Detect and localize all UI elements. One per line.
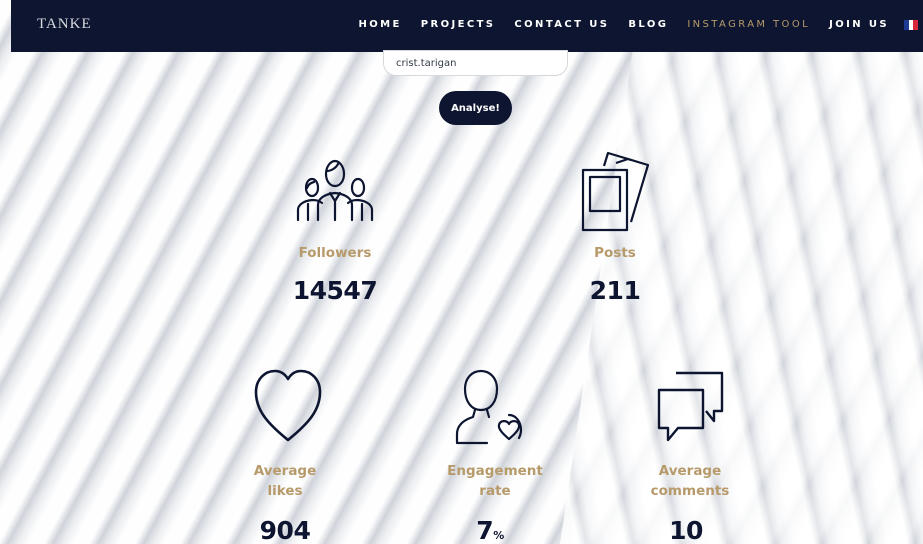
comments-icon [656, 370, 726, 444]
engagement-number: 7 [476, 516, 494, 544]
heart-icon [253, 368, 323, 444]
nav-item-home[interactable]: HOME [358, 19, 401, 30]
nav-item-contact-us[interactable]: CONTACT US [514, 19, 609, 30]
posts-label: Posts [594, 245, 636, 261]
nav-item-instagram-tool[interactable]: INSTAGRAM TOOL [687, 19, 810, 30]
engagement-label: Engagement rate [447, 463, 543, 499]
followers-label: Followers [298, 245, 372, 261]
nav-item-projects[interactable]: PROJECTS [421, 19, 496, 30]
language-flag-icon[interactable] [904, 20, 919, 30]
followers-value: 14547 [292, 276, 378, 305]
likes-value: 904 [259, 516, 311, 544]
site-logo[interactable]: TANKE [37, 16, 92, 33]
nav-menu: HOME PROJECTS CONTACT US BLOG INSTAGRAM … [339, 19, 889, 30]
nav-item-join-us[interactable]: JOIN US [829, 19, 889, 30]
comments-label: Average comments [650, 463, 730, 499]
photos-icon [580, 150, 650, 234]
followers-icon [296, 158, 374, 222]
comments-value: 10 [669, 516, 703, 544]
posts-value: 211 [589, 276, 641, 305]
top-navbar: TANKE HOME PROJECTS CONTACT US BLOG INST… [11, 0, 923, 52]
engagement-icon [455, 368, 525, 446]
nav-item-blog[interactable]: BLOG [628, 19, 668, 30]
analyse-button[interactable]: Analyse! [439, 91, 512, 125]
username-input[interactable] [383, 50, 568, 76]
engagement-value: 7% [440, 516, 540, 544]
engagement-unit: % [493, 529, 504, 542]
likes-label: Average likes [253, 463, 317, 499]
flag-stripe-red [913, 20, 919, 30]
